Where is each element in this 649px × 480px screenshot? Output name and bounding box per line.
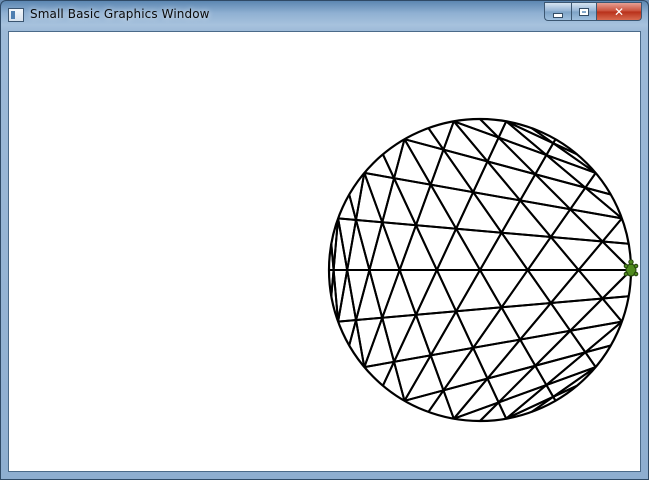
turtle-icon [623, 259, 639, 277]
maximize-button[interactable] [571, 2, 597, 21]
minimize-button[interactable] [544, 2, 571, 21]
app-icon[interactable] [8, 8, 24, 22]
chord-line [337, 172, 366, 322]
window-title: Small Basic Graphics Window [30, 7, 210, 21]
chord-line [505, 120, 578, 156]
window-controls: ✕ [544, 2, 642, 21]
graphics-canvas[interactable] [8, 31, 641, 472]
maximize-icon [579, 7, 589, 16]
minimize-icon [553, 12, 563, 18]
chord-line [348, 194, 406, 402]
close-icon: ✕ [613, 4, 625, 19]
chord-line [337, 218, 366, 368]
graphics-window: Small Basic Graphics Window ✕ [0, 0, 649, 480]
close-button[interactable]: ✕ [597, 2, 642, 21]
turtle-drawing [327, 117, 639, 423]
chord-line [505, 384, 578, 420]
title-bar[interactable]: Small Basic Graphics Window ✕ [1, 1, 648, 31]
chord-line [338, 217, 629, 245]
chord-line [348, 138, 406, 346]
